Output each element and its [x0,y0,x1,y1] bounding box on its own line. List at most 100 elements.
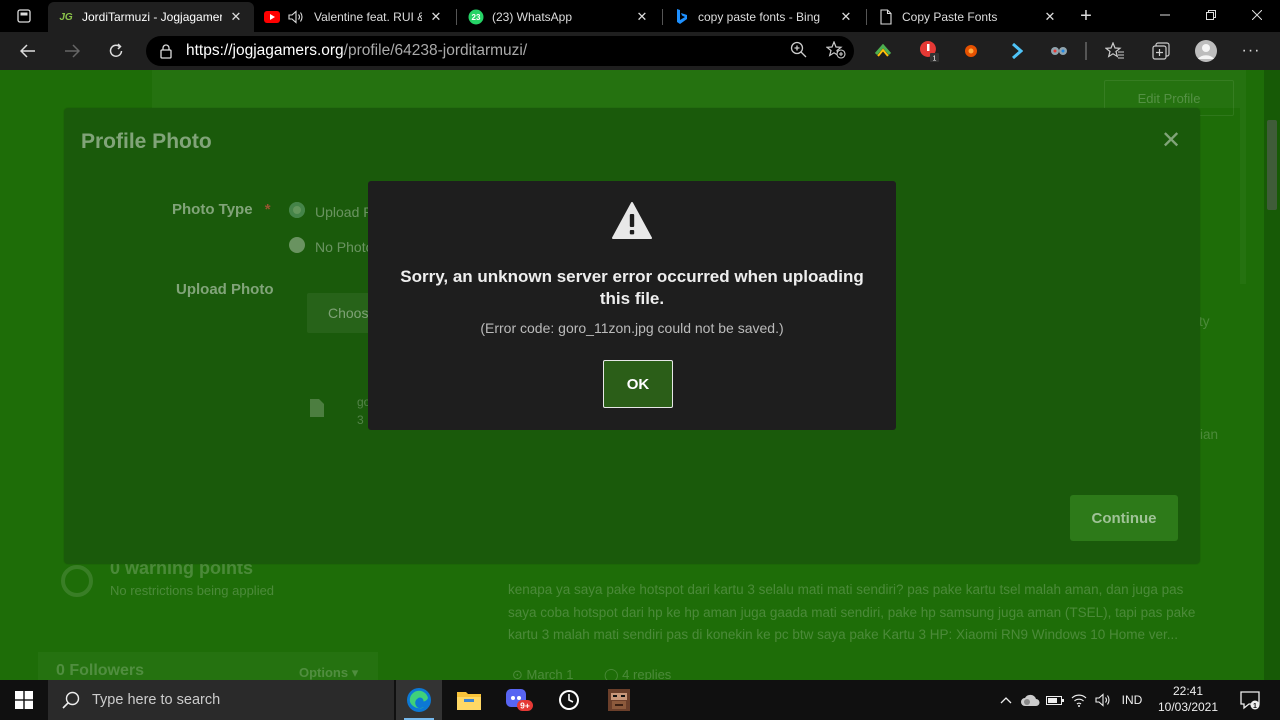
add-favorite-icon[interactable] [825,40,846,64]
tab-title: JordiTarmuzi - Jogjagamer [82,10,222,24]
post-date-text: March 1 [526,667,574,680]
side-fragment: ian [1200,427,1219,442]
post-line: kartu 3 malah mati sendiri pas di koneki… [508,627,1179,642]
discord-icon[interactable]: 9+ [496,680,542,720]
url-host: https://jogjagamers.org [186,42,344,59]
close-window-button[interactable] [1234,0,1280,30]
post-replies: ◯ 4 replies [604,667,672,680]
notification-center-icon[interactable]: 1 [1236,680,1264,720]
post-line: saya coba hotspot dari hp ke hp aman jug… [508,604,1196,620]
favorites-icon[interactable] [1104,40,1126,62]
speaker-icon[interactable] [288,9,304,25]
show-hidden-icons-chevron-icon[interactable] [996,680,1016,720]
warning-points-subtext: No restrictions being applied [110,583,275,598]
tab-copy-paste-fonts[interactable]: Copy Paste Fonts ✕ [868,2,1068,32]
tab-divider [456,9,457,25]
address-toolbar: https://jogjagamers.org/profile/64238-jo… [0,32,1280,70]
post-excerpt[interactable]: kenapa ya saya pake hotspot dari kartu 3… [508,579,1228,647]
radio-upload-label[interactable]: Upload P [315,204,373,220]
windows-logo-icon [15,691,33,709]
start-button[interactable] [0,680,48,720]
error-message: Sorry, an unknown server error occurred … [400,267,864,308]
radio-no-photo-label[interactable]: No Photo [315,239,373,255]
volume-icon[interactable] [1092,680,1114,720]
toolbar-divider [1085,42,1087,60]
close-tab-icon[interactable]: ✕ [228,9,244,25]
new-tab-button[interactable]: + [1072,4,1100,28]
taskbar: Type here to search 9+ IND 22:41 10/03/2… [0,680,1280,720]
tab-youtube[interactable]: Valentine feat. RUI & ✕ [254,2,454,32]
tab-bar: JG JordiTarmuzi - Jogjagamer ✕ Valentine… [0,0,1280,32]
extension-badge: 1 [933,56,937,63]
ok-label: OK [626,375,650,393]
zoom-icon[interactable] [790,41,808,64]
radio-no-photo[interactable] [289,237,305,253]
clock-app-icon[interactable] [546,680,592,720]
tab-bing[interactable]: copy paste fonts - Bing ✕ [664,2,864,32]
tab-actions-icon[interactable] [10,6,38,26]
url-field[interactable]: https://jogjagamers.org/profile/64238-jo… [146,36,854,66]
tab-title: Valentine feat. RUI & [314,10,422,24]
followers-options-link[interactable]: Options ▾ [299,662,358,680]
edit-profile-label: Edit Profile [1137,90,1201,106]
wifi-icon[interactable] [1068,680,1090,720]
warning-icon [612,202,652,239]
forward-button[interactable] [58,38,86,64]
continue-button[interactable]: Continue [1070,495,1178,541]
ok-button[interactable]: OK [603,360,673,408]
jg-logo-icon: JG [59,11,73,23]
game-icon[interactable] [596,680,642,720]
close-tab-icon[interactable]: ✕ [634,9,650,25]
post-line: kenapa ya saya pake hotspot dari kartu 3… [508,582,1184,597]
minimize-button[interactable] [1142,0,1188,30]
refresh-button[interactable] [102,38,130,64]
clock-time: 22:41 [1172,684,1204,698]
tab-jogjagamers[interactable]: JG JordiTarmuzi - Jogjagamer ✕ [48,2,254,32]
profile-avatar-icon[interactable] [1194,39,1218,63]
close-tab-icon[interactable]: ✕ [1042,9,1058,25]
post-date: ⊙ March 1 [512,667,574,680]
search-icon [62,691,80,709]
more-menu-icon[interactable]: ··· [1240,40,1262,62]
clock[interactable]: 22:41 10/03/2021 [1150,683,1226,715]
photo-type-label: Photo Type * [172,201,271,218]
close-icon[interactable]: ✕ [1160,129,1182,153]
extension-colorful-icon[interactable] [872,40,894,62]
error-code: (Error code: goro_11zon.jpg could not be… [480,320,784,336]
battery-icon[interactable] [1044,680,1066,720]
tab-divider [866,9,867,25]
edge-icon[interactable] [396,680,442,720]
photo-type-label-text: Photo Type [172,201,253,218]
collections-icon[interactable] [1150,40,1172,62]
scrollbar-thumb[interactable] [1267,120,1277,210]
cloud-sync-icon[interactable] [1018,680,1042,720]
restore-button[interactable] [1188,0,1234,30]
post-replies-text: 4 replies [622,667,672,680]
whatsapp-icon: 23 [468,9,484,25]
radio-upload-photo[interactable] [289,202,305,218]
profile-header-block [152,70,1246,108]
extension-red-icon[interactable]: 1 [918,40,940,62]
extension-face-icon[interactable] [1048,40,1070,62]
extension-chevron-icon[interactable] [1006,40,1028,62]
youtube-icon [264,9,280,25]
profile-header-edge [1240,108,1246,284]
close-tab-icon[interactable]: ✕ [428,9,444,25]
upload-photo-label: Upload Photo [176,281,274,298]
continue-label: Continue [1091,509,1157,527]
notification-count: 1 [1253,703,1257,710]
close-tab-icon[interactable]: ✕ [838,9,854,25]
tab-whatsapp[interactable]: 23 (23) WhatsApp ✕ [458,2,660,32]
extension-bug-icon[interactable] [960,40,982,62]
tab-divider [662,9,663,25]
back-button[interactable] [14,38,42,64]
taskbar-search-box[interactable]: Type here to search [48,680,394,720]
error-dialog: Sorry, an unknown server error occurred … [368,181,896,430]
lock-icon[interactable] [160,43,176,59]
language-indicator[interactable]: IND [1116,680,1148,720]
tab-title: (23) WhatsApp [492,10,573,24]
file-size-text: 3 [357,413,364,427]
file-icon [310,399,324,417]
file-explorer-icon[interactable] [446,680,492,720]
modal-title: Profile Photo [81,130,212,153]
